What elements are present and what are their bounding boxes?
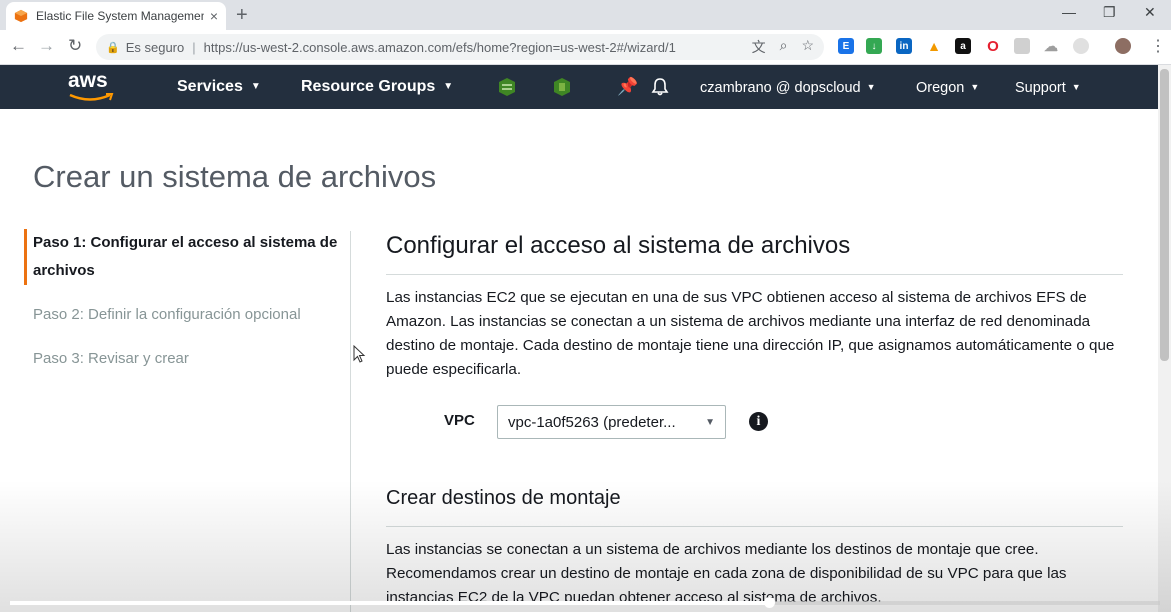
bell-icon[interactable] — [650, 77, 670, 97]
resource-groups-menu[interactable]: Resource Groups ▼ — [301, 78, 453, 96]
support-label: Support — [1015, 80, 1066, 96]
browser-tabstrip: Elastic File System Management × + — ❐ ✕ — [0, 0, 1171, 30]
section-divider — [386, 274, 1123, 275]
support-menu[interactable]: Support ▼ — [1015, 80, 1081, 96]
page-scrollbar[interactable] — [1158, 65, 1171, 612]
chevron-down-icon: ▼ — [250, 81, 261, 92]
mouse-cursor-icon — [353, 345, 366, 363]
new-tab-button[interactable]: + — [236, 4, 248, 27]
lock-icon: 🔒 — [106, 41, 120, 54]
efs-wizard-page: Crear un sistema de archivos Paso 1: Con… — [0, 109, 1158, 612]
ext-triangle-icon[interactable]: ▲ — [926, 38, 942, 54]
resource-groups-label: Resource Groups — [301, 78, 436, 95]
steps-divider — [350, 231, 351, 612]
omnibox-actions: 文 ⌕ ☆ — [752, 37, 814, 57]
efs-shortcut-icon[interactable] — [552, 77, 572, 97]
omnibox-separator: | — [192, 39, 196, 55]
browser-menu-icon[interactable]: ⋮ — [1150, 36, 1166, 56]
services-menu[interactable]: Services ▼ — [177, 78, 261, 96]
region-label: Oregon — [916, 80, 965, 96]
scrollbar-thumb[interactable] — [1160, 69, 1169, 361]
step-1[interactable]: Paso 1: Configurar el acceso al sistema … — [24, 229, 344, 285]
video-progress-knob[interactable] — [764, 597, 775, 608]
ext-circle-icon[interactable] — [1073, 38, 1089, 54]
video-progress-fill — [10, 601, 769, 605]
aws-top-nav: aws Services ▼ Resource Groups ▼ 📌 czambra… — [0, 65, 1158, 109]
forward-arrow-icon[interactable]: → — [38, 36, 55, 56]
service-shortcut-icon[interactable] — [497, 77, 517, 97]
aws-logo-text: aws — [68, 69, 108, 92]
translate-icon[interactable]: 文 — [752, 37, 766, 57]
zoom-icon[interactable]: ⌕ — [780, 37, 788, 57]
aws-logo[interactable]: aws — [68, 69, 116, 105]
linkedin-icon[interactable]: in — [896, 38, 912, 54]
account-menu[interactable]: czambrano @ dopscloud ▼ — [700, 80, 876, 96]
vpc-selected-value: vpc-1a0f5263 (predeter... — [508, 413, 676, 431]
page-title: Crear un sistema de archivos — [33, 159, 437, 194]
close-window-button[interactable]: ✕ — [1144, 4, 1156, 21]
browser-tab[interactable]: Elastic File System Management × — [6, 2, 226, 30]
secure-label: Es seguro — [125, 39, 185, 55]
profile-avatar-icon[interactable] — [1115, 38, 1131, 54]
cloud-icon[interactable]: ☁ — [1043, 38, 1059, 54]
section-divider — [386, 526, 1123, 527]
restore-button[interactable]: ❐ — [1103, 4, 1116, 21]
chevron-down-icon: ▼ — [443, 81, 454, 92]
services-label: Services — [177, 78, 243, 95]
aws-cube-favicon-icon — [14, 9, 28, 23]
vpc-select[interactable]: vpc-1a0f5263 (predeter... ▼ — [497, 405, 726, 439]
account-label: czambrano @ dopscloud — [700, 80, 861, 96]
chevron-down-icon: ▼ — [866, 82, 876, 92]
section-heading-mount-targets: Crear destinos de montaje — [386, 487, 621, 509]
opera-icon[interactable]: O — [985, 38, 1001, 55]
region-menu[interactable]: Oregon ▼ — [916, 80, 979, 96]
select-arrow-icon: ▼ — [705, 416, 715, 428]
pin-icon[interactable]: 📌 — [617, 77, 638, 97]
access-description: Las instancias EC2 que se ejecutan en un… — [386, 289, 1115, 378]
chevron-down-icon: ▼ — [1071, 82, 1081, 92]
info-icon[interactable]: i — [749, 412, 768, 431]
browser-toolbar: ← → ↻ 🔒 Es seguro | https://us-west-2.co… — [0, 30, 1171, 65]
amazon-icon[interactable]: a — [955, 38, 971, 54]
step-2[interactable]: Paso 2: Definir la configuración opciona… — [24, 301, 344, 329]
tab-title: Elastic File System Management — [36, 9, 204, 23]
bookmark-star-icon[interactable]: ☆ — [801, 37, 814, 57]
address-bar[interactable]: 🔒 Es seguro | https://us-west-2.console.… — [96, 34, 824, 60]
ext-e-icon[interactable]: E — [838, 38, 854, 54]
url-text[interactable]: https://us-west-2.console.aws.amazon.com… — [204, 40, 676, 55]
wizard-steps: Paso 1: Configurar el acceso al sistema … — [24, 229, 344, 373]
tab-close-icon[interactable]: × — [210, 8, 218, 24]
minimize-button[interactable]: — — [1062, 4, 1076, 20]
chevron-down-icon: ▼ — [970, 82, 980, 92]
step-3[interactable]: Paso 3: Revisar y crear — [24, 345, 344, 373]
ext-gray-icon[interactable] — [1014, 38, 1030, 54]
ext-download-icon[interactable]: ↓ — [866, 38, 882, 54]
aws-smile-icon — [69, 93, 114, 101]
back-arrow-icon[interactable]: ← — [10, 36, 27, 56]
vpc-label: VPC — [444, 412, 475, 429]
reload-icon[interactable]: ↻ — [68, 36, 82, 56]
section-heading-access: Configurar el acceso al sistema de archi… — [386, 232, 851, 259]
mount-targets-description: Las instancias se conectan a un sistema … — [386, 541, 1067, 606]
